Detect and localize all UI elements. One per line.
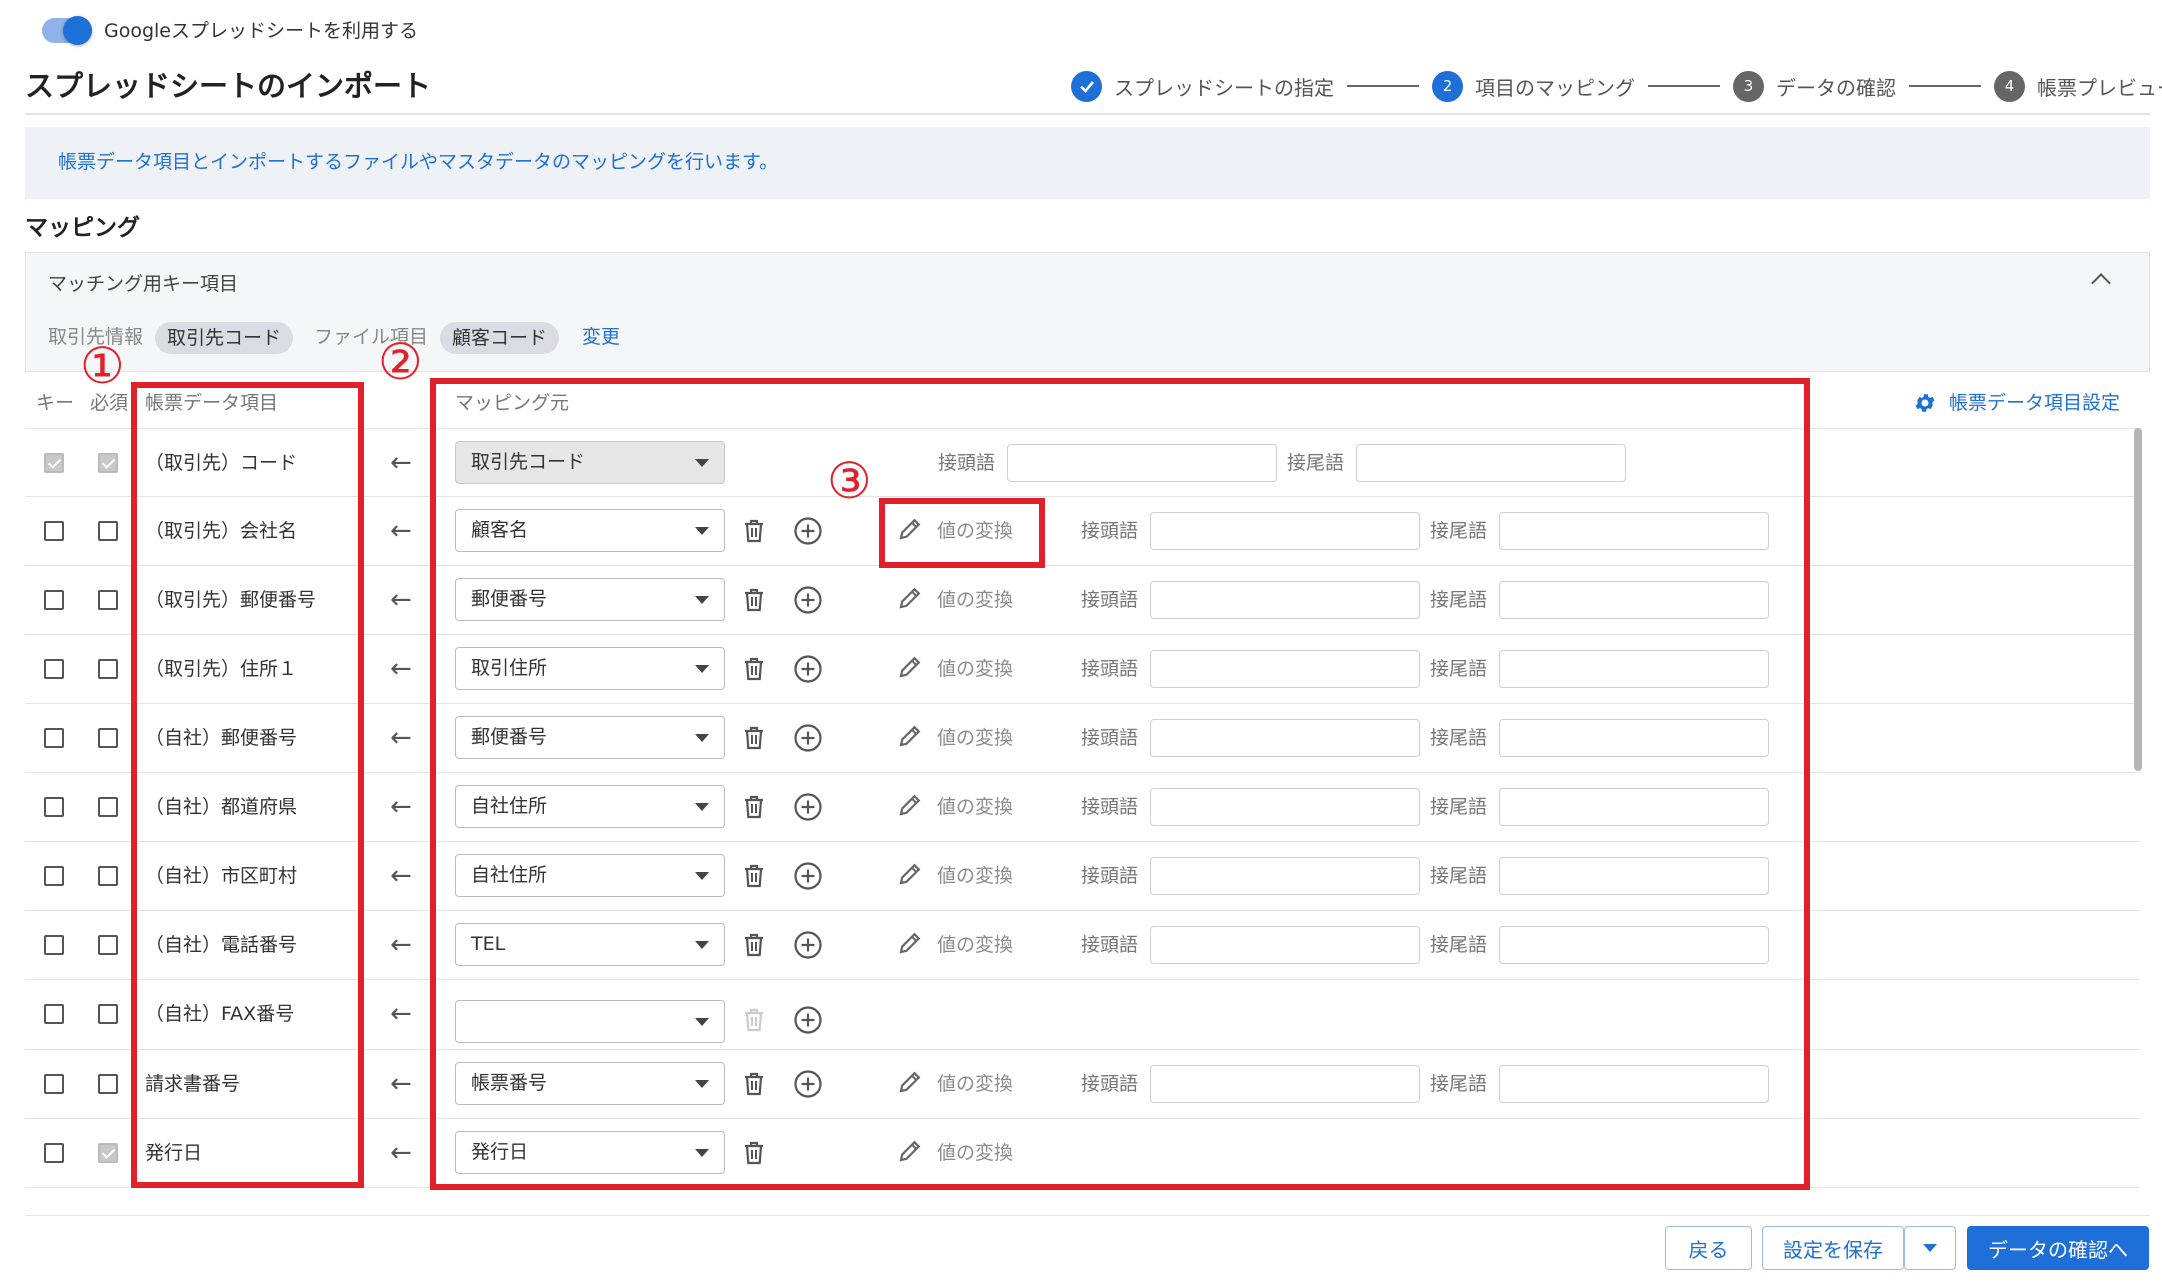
arrow-left-icon: ← bbox=[390, 653, 412, 684]
field-settings-link[interactable]: 帳票データ項目設定 bbox=[1913, 390, 2120, 416]
required-checkbox bbox=[98, 1142, 118, 1163]
change-key-link[interactable]: 変更 bbox=[582, 322, 620, 352]
step-2-label: 項目のマッピング bbox=[1475, 75, 1635, 100]
arrow-left-icon: ← bbox=[390, 584, 412, 615]
required-checkbox[interactable] bbox=[98, 1003, 118, 1024]
step-connector bbox=[1347, 85, 1419, 87]
file-key-chip: 顧客コード bbox=[440, 322, 560, 354]
annotation-box-2 bbox=[430, 378, 1810, 1190]
step-2-number: 2 bbox=[1432, 70, 1463, 102]
mapping-section-title: マッピング bbox=[25, 215, 140, 241]
google-sheets-toggle[interactable] bbox=[42, 16, 92, 45]
field-settings-label: 帳票データ項目設定 bbox=[1949, 392, 2121, 414]
step-3-label: データの確認 bbox=[1776, 75, 1896, 100]
back-button[interactable]: 戻る bbox=[1665, 1226, 1752, 1270]
step-1-label: スプレッドシートの指定 bbox=[1114, 75, 1334, 100]
step-3-number: 3 bbox=[1733, 70, 1764, 102]
key-checkbox bbox=[44, 452, 64, 473]
save-settings-button[interactable]: 設定を保存 bbox=[1762, 1226, 1904, 1270]
required-checkbox[interactable] bbox=[98, 934, 118, 955]
page-title: スプレッドシートのインポート bbox=[25, 69, 432, 103]
info-text: 帳票データ項目とインポートするファイルやマスタデータのマッピングを行います。 bbox=[58, 151, 779, 173]
save-options-dropdown[interactable] bbox=[1904, 1226, 1956, 1270]
key-checkbox[interactable] bbox=[44, 520, 64, 541]
annotation-box-1 bbox=[131, 382, 364, 1188]
step-connector bbox=[1648, 85, 1720, 87]
required-checkbox bbox=[98, 452, 118, 473]
google-sheets-toggle-label: Googleスプレッドシートを利用する bbox=[104, 20, 419, 42]
arrow-left-icon: ← bbox=[390, 860, 412, 891]
key-checkbox[interactable] bbox=[44, 934, 64, 955]
matching-key-panel bbox=[25, 252, 2150, 372]
annotation-number-2: ② bbox=[378, 333, 423, 391]
key-checkbox[interactable] bbox=[44, 727, 64, 748]
partner-key-chip: 取引先コード bbox=[155, 322, 294, 354]
key-checkbox[interactable] bbox=[44, 796, 64, 817]
arrow-left-icon: ← bbox=[390, 515, 412, 546]
arrow-left-icon: ← bbox=[390, 791, 412, 822]
arrow-left-icon: ← bbox=[390, 929, 412, 960]
title-divider bbox=[25, 113, 2150, 115]
key-checkbox[interactable] bbox=[44, 1142, 64, 1163]
key-checkbox[interactable] bbox=[44, 589, 64, 610]
column-header-key: キー bbox=[36, 392, 75, 414]
arrow-left-icon: ← bbox=[390, 447, 412, 478]
key-checkbox[interactable] bbox=[44, 1073, 64, 1094]
arrow-left-icon: ← bbox=[390, 1068, 412, 1099]
annotation-box-3 bbox=[879, 498, 1045, 568]
required-checkbox[interactable] bbox=[98, 796, 118, 817]
key-checkbox[interactable] bbox=[44, 865, 64, 886]
required-checkbox[interactable] bbox=[98, 1073, 118, 1094]
matching-key-panel-title: マッチング用キー項目 bbox=[48, 273, 239, 295]
required-checkbox[interactable] bbox=[98, 865, 118, 886]
next-to-data-confirm-button[interactable]: データの確認へ bbox=[1967, 1226, 2149, 1270]
key-checkbox[interactable] bbox=[44, 658, 64, 679]
arrow-left-icon: ← bbox=[390, 722, 412, 753]
stepper: スプレッドシートの指定 2 項目のマッピング 3 データの確認 4 帳票プレビュ… bbox=[1071, 68, 2162, 104]
annotation-number-3: ③ bbox=[827, 452, 872, 510]
required-checkbox[interactable] bbox=[98, 589, 118, 610]
required-checkbox[interactable] bbox=[98, 658, 118, 679]
footer-divider bbox=[25, 1215, 2150, 1216]
key-checkbox[interactable] bbox=[44, 1003, 64, 1024]
chevron-down-icon bbox=[1923, 1244, 1937, 1252]
required-checkbox[interactable] bbox=[98, 727, 118, 748]
required-checkbox[interactable] bbox=[98, 520, 118, 541]
scrollbar[interactable] bbox=[2134, 428, 2142, 771]
step-1-check-icon bbox=[1071, 70, 1102, 102]
step-4-number: 4 bbox=[1994, 70, 2025, 102]
gear-icon bbox=[1915, 394, 1935, 412]
step-connector bbox=[1909, 85, 1981, 87]
arrow-left-icon: ← bbox=[390, 998, 412, 1029]
annotation-number-1: ① bbox=[80, 337, 125, 395]
arrow-left-icon: ← bbox=[390, 1137, 412, 1168]
step-4-label: 帳票プレビュー bbox=[2037, 75, 2162, 100]
